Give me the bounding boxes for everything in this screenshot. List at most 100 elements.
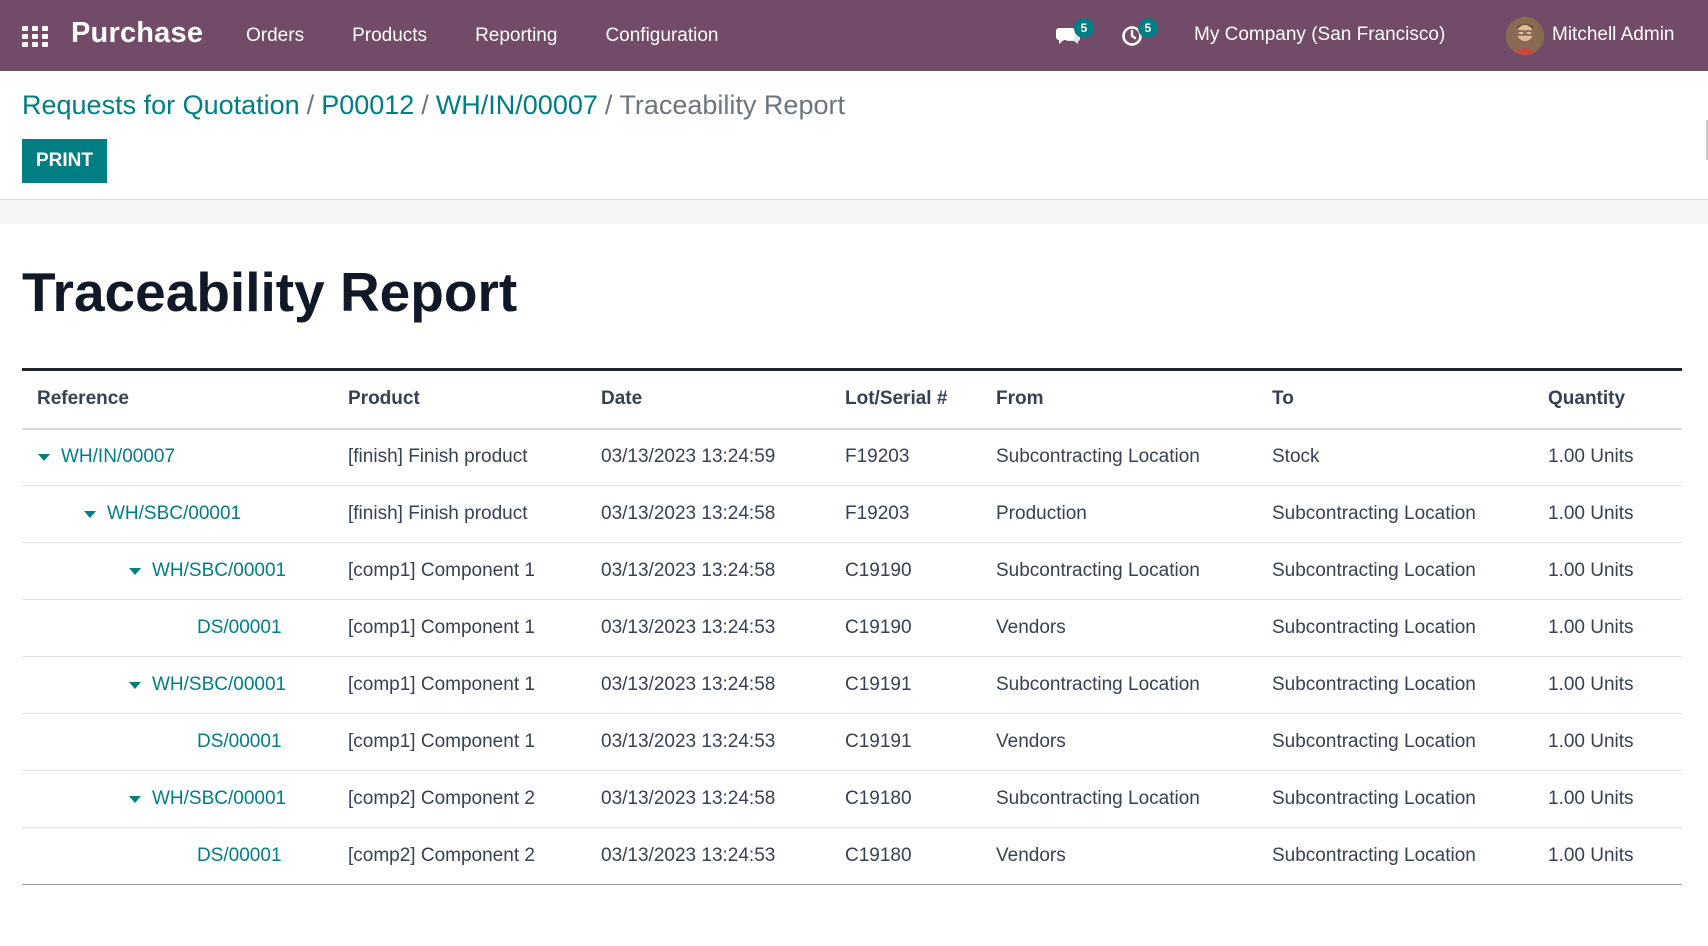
cell-from: Subcontracting Location [996,770,1272,828]
cell-to: Subcontracting Location [1272,827,1548,885]
reference-link[interactable]: DS/00001 [197,617,282,639]
user-avatar[interactable] [1506,17,1544,55]
lot-link[interactable]: C19191 [845,713,996,771]
column-header-reference[interactable]: Reference [22,369,348,430]
cell-reference: WH/SBC/00001 [22,656,348,714]
column-header-to[interactable]: To [1272,369,1548,430]
cell-from: Production [996,485,1272,543]
table-row: DS/00001 [comp1] Component 1 03/13/2023 13… [22,599,1682,657]
table-header-row: Reference Product Date Lot/Serial # From… [22,369,1682,430]
reference-link[interactable]: DS/00001 [197,845,282,867]
reference-link[interactable]: WH/SBC/00001 [107,503,241,525]
column-header-product[interactable]: Product [348,369,601,430]
lot-link[interactable]: C19191 [845,656,996,714]
reference-wrapper: DS/00001 [22,731,348,753]
menu-configuration[interactable]: Configuration [605,25,718,47]
activities-count-badge: 5 [1138,18,1158,38]
cell-date: 03/13/2023 13:24:53 [601,827,845,885]
cell-to: Subcontracting Location [1272,599,1548,657]
breadcrumb-separator: / [421,90,429,120]
cell-reference: WH/SBC/00001 [22,770,348,828]
breadcrumb-receipt[interactable]: WH/IN/00007 [436,90,598,120]
reference-wrapper: WH/SBC/00001 [22,503,348,525]
column-header-date[interactable]: Date [601,369,845,430]
cell-product: [comp2] Component 2 [348,770,601,828]
cell-quantity: 1.00 Units [1548,713,1682,771]
table-row: WH/SBC/00001 [comp1] Component 1 03/13/202… [22,542,1682,600]
cell-to: Subcontracting Location [1272,770,1548,828]
reference-wrapper: DS/00001 [22,845,348,867]
table-row: DS/00001 [comp1] Component 1 03/13/2023 13… [22,713,1682,771]
table-row: WH/SBC/00001 [finish] Finish product 03/13… [22,485,1682,543]
table-row: DS/00001 [comp2] Component 2 03/13/2023 13… [22,827,1682,885]
print-button[interactable]: PRINT [22,139,107,183]
activities-button[interactable]: 5 [1120,18,1158,48]
reference-link[interactable]: DS/00001 [197,731,282,753]
report-sheet: Traceability Report Reference Product Da… [0,224,1708,946]
traceability-table: Reference Product Date Lot/Serial # From… [22,368,1682,885]
cell-from: Vendors [996,713,1272,771]
cell-quantity: 1.00 Units [1548,656,1682,714]
table-row: WH/SBC/00001 [comp2] Component 2 03/13/202… [22,770,1682,828]
caret-down-icon[interactable] [38,453,50,461]
cell-date: 03/13/2023 13:24:59 [601,428,845,486]
breadcrumb: Requests for Quotation / P00012/WH/IN/0000… [22,90,845,121]
cell-quantity: 1.00 Units [1548,599,1682,657]
caret-down-icon[interactable] [129,795,141,803]
column-header-quantity[interactable]: Quantity [1548,369,1682,430]
lot-link[interactable]: F19203 [845,485,996,543]
lot-link[interactable]: C19190 [845,599,996,657]
cell-from: Subcontracting Location [996,656,1272,714]
reference-wrapper: WH/SBC/00001 [22,788,348,810]
cell-from: Vendors [996,827,1272,885]
cell-to: Subcontracting Location [1272,713,1548,771]
messages-button[interactable]: 5 [1056,18,1094,48]
reference-link[interactable]: WH/SBC/00001 [152,788,286,810]
column-header-from[interactable]: From [996,369,1272,430]
cell-date: 03/13/2023 13:24:58 [601,542,845,600]
breadcrumb-rfq[interactable]: Requests for Quotation [22,90,300,120]
cell-date: 03/13/2023 13:24:53 [601,713,845,771]
report-title: Traceability Report [22,261,518,323]
main-menu: Orders Products Reporting Configuration [246,0,766,71]
table-row: WH/IN/00007 [finish] Finish product 03/13/… [22,428,1682,486]
lot-link[interactable]: C19180 [845,770,996,828]
cell-to: Subcontracting Location [1272,485,1548,543]
cell-date: 03/13/2023 13:24:53 [601,599,845,657]
company-switcher[interactable]: My Company (San Francisco) [1194,24,1445,46]
app-name[interactable]: Purchase [71,17,203,50]
menu-orders[interactable]: Orders [246,25,304,47]
cell-reference: WH/SBC/00001 [22,485,348,543]
cell-product: [comp1] Component 1 [348,599,601,657]
breadcrumb-separator: / [604,90,613,120]
cell-date: 03/13/2023 13:24:58 [601,770,845,828]
caret-down-icon[interactable] [129,567,141,575]
cell-reference: DS/00001 [22,713,348,771]
lot-link[interactable]: C19180 [845,827,996,885]
reference-wrapper: WH/IN/00007 [22,446,348,468]
caret-down-icon[interactable] [84,510,96,518]
cell-product: [comp1] Component 1 [348,656,601,714]
cell-product: [comp1] Component 1 [348,542,601,600]
lot-link[interactable]: C19190 [845,542,996,600]
lot-link[interactable]: F19203 [845,428,996,486]
cell-quantity: 1.00 Units [1548,770,1682,828]
cell-reference: WH/IN/00007 [22,428,348,486]
caret-down-icon[interactable] [129,681,141,689]
reference-link[interactable]: WH/IN/00007 [61,446,175,468]
reference-link[interactable]: WH/SBC/00001 [152,674,286,696]
menu-products[interactable]: Products [352,25,427,47]
breadcrumb-separator: / [306,90,315,120]
table-row: WH/SBC/00001 [comp1] Component 1 03/13/202… [22,656,1682,714]
cell-date: 03/13/2023 13:24:58 [601,656,845,714]
menu-reporting[interactable]: Reporting [475,25,557,47]
apps-grid-icon[interactable] [22,26,48,47]
cell-product: [comp2] Component 2 [348,827,601,885]
column-header-lot[interactable]: Lot/Serial # [845,369,996,430]
user-menu[interactable]: Mitchell Admin [1552,24,1675,46]
main-navbar: Purchase Orders Products Reporting Confi… [0,0,1708,71]
breadcrumb-purchase-order[interactable]: P00012 [321,90,414,120]
cell-to: Subcontracting Location [1272,656,1548,714]
reference-link[interactable]: WH/SBC/00001 [152,560,286,582]
messages-count-badge: 5 [1074,18,1094,38]
